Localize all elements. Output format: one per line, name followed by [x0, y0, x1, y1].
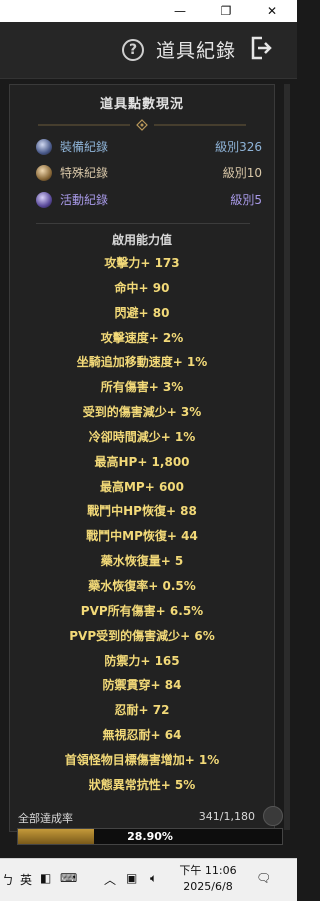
stat-item: 所有傷害+ 3% [100, 380, 184, 395]
stat-item: 坐騎追加移動速度+ 1% [76, 355, 208, 370]
ime-toggle-icon[interactable]: ㄅ [2, 871, 14, 888]
category-level: 級別5 [230, 193, 262, 207]
stat-item: 防禦力+ 165 [104, 653, 180, 668]
stat-item: 首領怪物目標傷害增加+ 1% [64, 752, 220, 767]
stat-item: 藥水恢復率+ 0.5% [88, 578, 196, 593]
page-header: ? 道具紀錄 [0, 22, 297, 79]
stat-item: 最高MP+ 600 [99, 479, 185, 494]
minimize-button[interactable]: — [170, 2, 190, 20]
taskbar: ㄅ 英 ◧ ⌨ ︿ ▣ 🔈︎ 下午 11:06 2025/6/8 🗨︎ [0, 858, 297, 901]
close-button[interactable]: ✕ [262, 2, 282, 20]
clock-time: 下午 11:06 [179, 864, 237, 877]
equipment-orb-icon [36, 139, 52, 155]
scrollbar[interactable] [284, 84, 290, 830]
divider [36, 223, 250, 224]
item-points-panel: 道具點數現況 裝備紀錄 級別326 特殊紀錄 級別10 活動紀錄 級別5 啟用能… [9, 84, 275, 832]
page-title: 道具紀錄 [156, 40, 237, 62]
stat-item: 忍耐+ 72 [114, 703, 170, 718]
exit-door-icon[interactable] [250, 36, 272, 60]
category-label: 活動紀錄 [60, 193, 109, 207]
half-width-icon[interactable]: ◧ [40, 871, 51, 885]
stat-item: 狀態異常抗性+ 5% [88, 777, 196, 792]
restore-button[interactable]: ❐ [216, 2, 236, 20]
stat-item: 藥水恢復量+ 5 [100, 554, 184, 569]
stat-item: 戰鬥中MP恢復+ 44 [86, 529, 198, 544]
question-circle-icon[interactable]: ? [122, 39, 144, 61]
ability-title: 啟用能力值 [111, 233, 172, 247]
event-orb-icon [36, 192, 52, 208]
stat-item: 防禦貫穿+ 84 [102, 678, 182, 693]
chevron-up-icon[interactable]: ︿ [104, 871, 116, 888]
completion-label: 全部達成率 [18, 812, 73, 825]
scroll-thumb[interactable] [284, 84, 290, 830]
category-label: 裝備紀錄 [60, 140, 109, 154]
category-label: 特殊紀錄 [60, 166, 109, 180]
stat-item: 最高HP+ 1,800 [94, 454, 190, 469]
stat-item: 戰鬥中HP恢復+ 88 [87, 504, 197, 519]
stat-item: PVP所有傷害+ 6.5% [80, 603, 204, 618]
category-event[interactable]: 活動紀錄 級別5 [36, 192, 270, 210]
stat-item: PVP受到的傷害減少+ 6% [69, 628, 215, 643]
category-level: 級別326 [215, 140, 262, 154]
special-orb-icon [36, 165, 52, 181]
speaker-icon[interactable]: 🔈︎ [150, 871, 157, 886]
stats-list: 攻擊力+ 173 命中+ 90 閃避+ 80 攻擊速度+ 2% 坐騎追加移動速度… [10, 251, 274, 798]
completion-progress-bar: 28.90% [17, 828, 283, 845]
category-level: 級別10 [222, 166, 262, 180]
network-icon[interactable]: ▣ [126, 871, 137, 885]
magnifier-icon[interactable] [263, 806, 283, 826]
stat-item: 受到的傷害減少+ 3% [82, 405, 202, 420]
progress-percent: 28.90% [127, 830, 173, 843]
clock[interactable]: 下午 11:06 2025/6/8 [176, 863, 240, 895]
ime-settings-icon[interactable]: ⌨ [60, 871, 77, 885]
clock-date: 2025/6/8 [183, 880, 233, 893]
stat-item: 攻擊速度+ 2% [100, 330, 184, 345]
category-special[interactable]: 特殊紀錄 級別10 [36, 165, 270, 183]
completion-count: 341/1,180 [198, 810, 255, 823]
stat-item: 閃避+ 80 [114, 305, 170, 320]
window-titlebar: — ❐ ✕ [0, 0, 297, 22]
title-ornament [38, 119, 246, 131]
stat-item: 命中+ 90 [114, 280, 170, 295]
panel-title: 道具點數現況 [99, 97, 184, 112]
stat-item: 攻擊力+ 173 [104, 256, 180, 270]
notification-icon[interactable]: 🗨︎ [256, 871, 271, 885]
stat-item: 冷卻時間減少+ 1% [88, 429, 196, 444]
category-equipment[interactable]: 裝備紀錄 級別326 [36, 139, 270, 157]
ime-mode[interactable]: 英 [20, 871, 32, 888]
stat-item: 無視忍耐+ 64 [102, 728, 182, 743]
